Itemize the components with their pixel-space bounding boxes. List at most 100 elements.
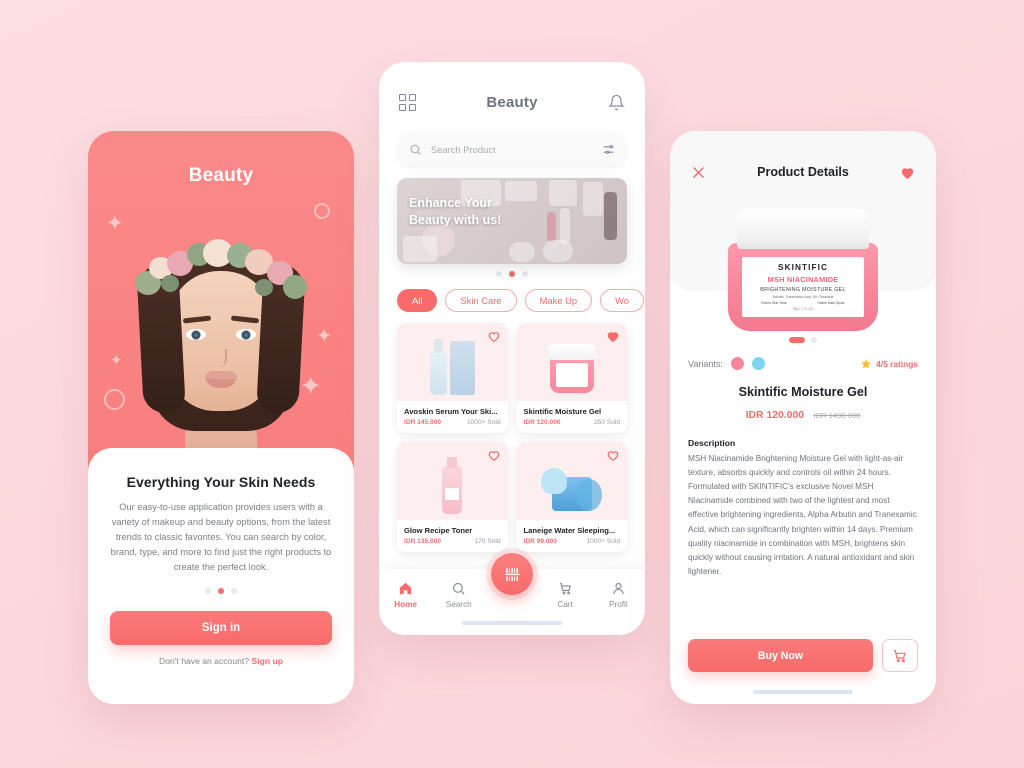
home-screen: Beauty Search Product Enhance Your Beaut… bbox=[379, 62, 645, 635]
grid-icon[interactable] bbox=[399, 93, 416, 111]
product-hero-image: SKINTIFIC MSH NIACINAMIDE BRIGHTENING MO… bbox=[728, 209, 878, 331]
image-pagination[interactable] bbox=[688, 337, 918, 343]
onboarding-pagination[interactable] bbox=[106, 588, 336, 595]
tab-home-label: Home bbox=[394, 600, 417, 609]
pagination-dot-active[interactable] bbox=[218, 588, 224, 595]
favorite-icon-filled[interactable] bbox=[606, 329, 620, 343]
product-subtitle: BRIGHTENING MOISTURE GEL bbox=[760, 287, 846, 293]
tab-search[interactable]: Search bbox=[437, 581, 481, 609]
product-info: Laneige Water Sleeping... IDR 99.000 100… bbox=[517, 520, 628, 552]
product-name: Laneige Water Sleeping... bbox=[523, 526, 616, 535]
scan-fab-button[interactable] bbox=[491, 553, 533, 595]
details-header: Product Details bbox=[670, 131, 936, 189]
search-bar[interactable]: Search Product bbox=[397, 132, 627, 166]
add-to-cart-button[interactable] bbox=[882, 639, 918, 672]
sparkle-icon: ✦ bbox=[110, 352, 123, 369]
ring-decoration bbox=[104, 389, 125, 410]
serum-box-art bbox=[449, 341, 475, 395]
product-image bbox=[397, 442, 508, 520]
pagination-dot[interactable] bbox=[522, 271, 528, 277]
banner-text: Enhance Your Beauty with us! bbox=[409, 195, 501, 229]
category-chip-skin-care[interactable]: Skin Care bbox=[445, 289, 517, 312]
product-image bbox=[516, 442, 627, 520]
pagination-dot-active[interactable] bbox=[509, 271, 515, 277]
sparkle-icon: ✦ bbox=[106, 212, 124, 235]
variant-swatch-blue[interactable] bbox=[751, 357, 765, 370]
tab-profile[interactable]: Profil bbox=[596, 581, 640, 609]
buy-now-button[interactable]: Buy Now bbox=[688, 639, 873, 672]
product-info: Skintific Moisture Gel IDR 120.000 250 S… bbox=[517, 401, 628, 433]
heart-filled-icon[interactable] bbox=[899, 164, 916, 181]
signup-prompt: Don't have an account? Sign up bbox=[106, 656, 336, 666]
pagination-dot[interactable] bbox=[205, 588, 211, 595]
product-meta: IDR 135.000 170 Sold bbox=[404, 538, 501, 545]
sparkle-icon: ✦ bbox=[316, 326, 332, 347]
flower-crown bbox=[133, 239, 309, 317]
filter-icon[interactable] bbox=[602, 143, 615, 156]
mouth-shape bbox=[205, 371, 237, 388]
variants-group: Variants: bbox=[688, 357, 765, 370]
product-info: Avoskin Serum Your Ski... IDR 145.000 10… bbox=[397, 401, 508, 433]
rating-group: 4/5 ratings bbox=[860, 358, 918, 370]
tab-cart[interactable]: Cart bbox=[543, 581, 587, 609]
barcode-scan-icon bbox=[504, 567, 520, 581]
search-input[interactable]: Search Product bbox=[431, 144, 602, 155]
product-image bbox=[397, 323, 508, 401]
product-sold: 170 Sold bbox=[474, 538, 501, 545]
page-title: Product Details bbox=[757, 165, 849, 179]
variants-label: Variants: bbox=[688, 358, 723, 369]
product-card[interactable]: Skintific Moisture Gel IDR 120.000 250 S… bbox=[516, 323, 628, 433]
product-card[interactable]: Glow Recipe Toner IDR 135.000 170 Sold bbox=[397, 442, 508, 552]
favorite-icon[interactable] bbox=[487, 448, 501, 462]
product-price: IDR 145.000 bbox=[404, 419, 442, 426]
product-price: IDR 135.000 bbox=[404, 538, 442, 545]
home-indicator bbox=[753, 690, 853, 694]
product-card[interactable]: Avoskin Serum Your Ski... IDR 145.000 10… bbox=[397, 323, 508, 433]
onboarding-headline: Everything Your Skin Needs bbox=[126, 474, 316, 490]
promo-banner[interactable]: Enhance Your Beauty with us! bbox=[397, 178, 627, 264]
bell-icon[interactable] bbox=[608, 93, 625, 112]
current-price: IDR 120.000 bbox=[745, 410, 804, 421]
star-icon bbox=[861, 358, 872, 369]
product-sold: 1000+ Sold bbox=[586, 538, 620, 545]
home-title: Beauty bbox=[486, 93, 538, 111]
jar-lid bbox=[737, 209, 869, 249]
product-name: Skintific Moisture Gel bbox=[523, 407, 602, 416]
signup-link[interactable]: Sign up bbox=[251, 656, 283, 666]
pagination-dot[interactable] bbox=[231, 588, 237, 595]
toner-bottle-art bbox=[442, 457, 463, 514]
product-meta: IDR 145.000 1000+ Sold bbox=[404, 419, 501, 426]
banner-line-2: Beauty with us! bbox=[409, 212, 502, 227]
category-chip-make-up[interactable]: Make Up bbox=[524, 289, 593, 312]
product-grid: Avoskin Serum Your Ski... IDR 145.000 10… bbox=[397, 323, 627, 552]
product-meta: IDR 120.000 250 Sold bbox=[524, 419, 621, 426]
product-price: IDR 99.000 bbox=[523, 538, 557, 545]
tab-home[interactable]: Home bbox=[384, 581, 428, 609]
banner-pagination[interactable] bbox=[379, 271, 645, 277]
cart-icon bbox=[559, 582, 571, 595]
favorite-icon[interactable] bbox=[606, 448, 620, 462]
description-heading: Description bbox=[688, 438, 736, 448]
banner-line-1: Enhance Your bbox=[409, 196, 492, 210]
close-icon[interactable] bbox=[690, 164, 707, 181]
onboarding-card: Everything Your Skin Needs Our easy-to-u… bbox=[88, 448, 354, 704]
cart-icon bbox=[894, 649, 906, 662]
product-card[interactable]: Laneige Water Sleeping... IDR 99.000 100… bbox=[516, 442, 628, 552]
product-sold: 1000+ Sold bbox=[466, 419, 501, 426]
category-chip-all[interactable]: All bbox=[397, 289, 438, 312]
pagination-dot[interactable] bbox=[496, 271, 502, 277]
search-icon bbox=[410, 144, 421, 155]
variant-swatch-pink[interactable] bbox=[730, 357, 744, 370]
pagination-dot-active[interactable] bbox=[789, 337, 805, 343]
details-content: Variants: 4/5 ratings Skintific Moisture… bbox=[670, 291, 936, 626]
pagination-dot[interactable] bbox=[811, 337, 817, 343]
favorite-icon[interactable] bbox=[487, 329, 501, 343]
tab-search-label: Search bbox=[445, 600, 472, 609]
signin-button[interactable]: Sign in bbox=[110, 611, 332, 646]
onboarding-hero: Beauty ✦ ✦ ✦ ✦ bbox=[88, 131, 354, 497]
tab-profile-label: Profil bbox=[609, 600, 628, 609]
home-header: Beauty bbox=[379, 62, 645, 120]
description-text: MSH Niacinamide Brightening Moisture Gel… bbox=[688, 454, 917, 576]
eye-left bbox=[186, 329, 206, 340]
category-chip-more[interactable]: Wo bbox=[600, 289, 645, 312]
